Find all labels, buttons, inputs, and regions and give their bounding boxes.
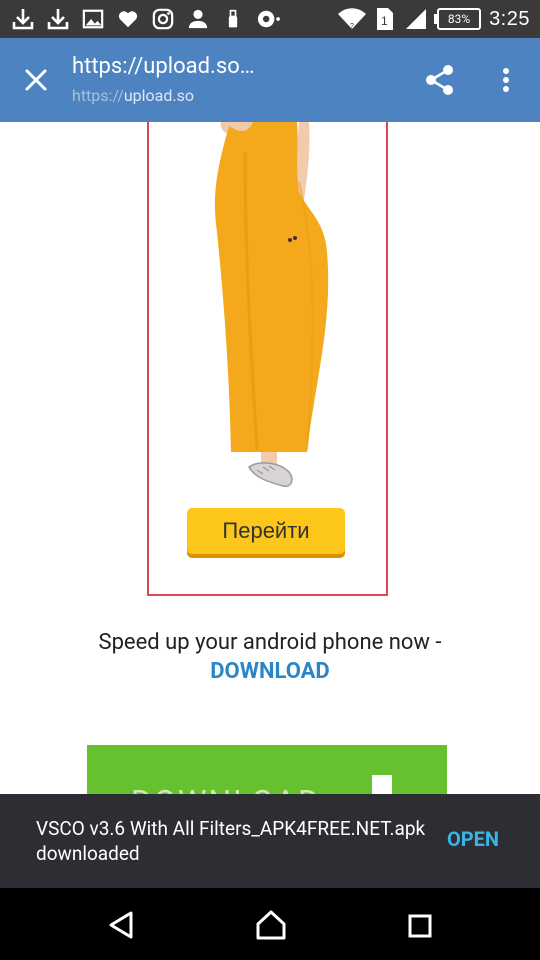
- recents-icon[interactable]: [408, 914, 432, 938]
- wifi-icon: ?: [337, 6, 367, 32]
- more-vert-icon[interactable]: [492, 62, 520, 98]
- svg-text:1: 1: [381, 14, 388, 28]
- system-icons: ? 1 83% 3:25: [337, 4, 530, 34]
- ad-cta-button[interactable]: Перейти: [187, 508, 345, 554]
- ad-banner[interactable]: Перейти: [147, 122, 388, 596]
- snackbar-message: VSCO v3.6 With All Filters_APK4FREE.NET.…: [36, 817, 426, 865]
- person-icon: [185, 6, 211, 32]
- url-scheme: https://: [72, 86, 124, 105]
- url-host: upload.so: [123, 86, 195, 105]
- clock: 3:25: [489, 7, 530, 30]
- ad-dress-image: [214, 122, 329, 488]
- image-icon: [80, 6, 106, 32]
- navigation-bar: [0, 888, 540, 960]
- custom-tab-toolbar: https://upload.so… https://upload.so: [0, 38, 540, 122]
- heart-icon: [115, 6, 141, 32]
- signal-icon: [403, 6, 429, 32]
- share-icon[interactable]: [422, 62, 458, 98]
- battery-icon: 83%: [434, 8, 482, 30]
- notification-icons: [10, 6, 281, 32]
- download-banner[interactable]: DOWNLOAD: [87, 745, 447, 795]
- download-banner-icon: [372, 775, 392, 795]
- instagram-icon: [150, 6, 176, 32]
- open-button[interactable]: OPEN: [447, 827, 499, 851]
- close-icon[interactable]: [18, 62, 54, 98]
- page-title: https://upload.so…: [72, 54, 255, 79]
- back-icon[interactable]: [106, 910, 136, 940]
- promo-text: Speed up your android phone now -: [98, 630, 442, 655]
- page-url: https://upload.so: [72, 86, 194, 105]
- battery-level: 83%: [447, 12, 471, 26]
- download-link[interactable]: DOWNLOAD: [0, 659, 540, 684]
- svg-text:?: ?: [350, 23, 354, 30]
- download-icon: [45, 6, 71, 32]
- usb-icon: [220, 6, 246, 32]
- home-icon[interactable]: [255, 909, 287, 941]
- camera-icon: [255, 6, 281, 32]
- download-snackbar: VSCO v3.6 With All Filters_APK4FREE.NET.…: [0, 794, 540, 888]
- download-icon: [10, 6, 36, 32]
- promo-block: Speed up your android phone now - DOWNLO…: [0, 630, 540, 684]
- sim-icon: 1: [375, 6, 395, 32]
- status-bar: ? 1 83% 3:25: [0, 0, 540, 38]
